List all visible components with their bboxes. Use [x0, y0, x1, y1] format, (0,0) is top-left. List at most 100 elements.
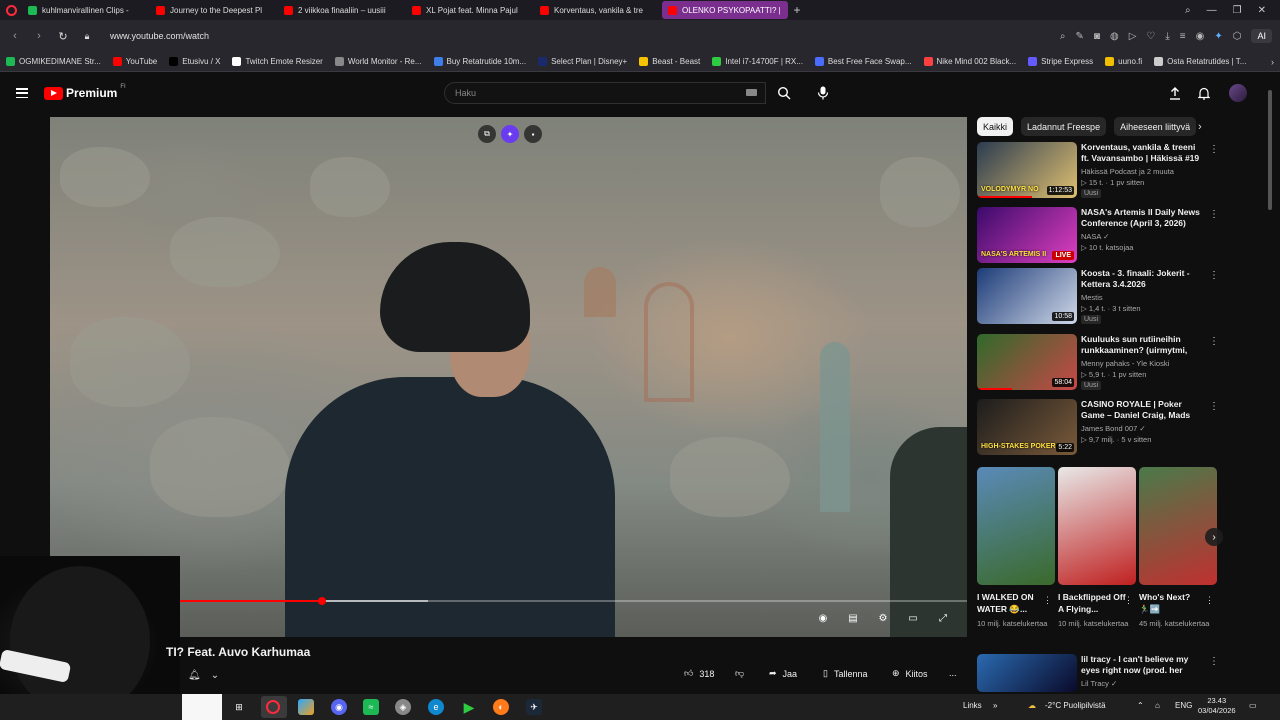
recommendation-item[interactable]: HIGH-STAKES POKER 5:22 CASINO ROYALE | Pok… [977, 399, 1222, 457]
filter-chip[interactable]: Aiheeseen liittyvä [1114, 117, 1197, 136]
save-button[interactable]: ▯ Tallenna [823, 668, 867, 679]
recommendation-channel[interactable]: Lil Tracy ✓ [1081, 679, 1117, 688]
recommendation-thumbnail[interactable]: 58:04 [977, 334, 1077, 390]
recommendation-channel[interactable]: Mestis [1081, 293, 1103, 302]
cube-icon[interactable]: ⬡ [1233, 31, 1242, 42]
voice-search-button[interactable] [810, 81, 836, 105]
browser-tab[interactable]: OLENKO PSYKOPAATTI? | [662, 1, 788, 19]
ai-button[interactable]: AI [1251, 29, 1272, 43]
recommendation-thumbnail[interactable]: VOLODYMYR NO 1:12:53 [977, 142, 1077, 198]
bookmark-item[interactable]: Nike Mind 002 Black... [923, 57, 1016, 66]
bookmark-item[interactable]: Best Free Face Swap... [814, 57, 912, 66]
short-title[interactable]: I WALKED ON WATER 😂... [977, 591, 1047, 615]
record-icon[interactable]: ▪ [524, 125, 542, 143]
page-scrollbar[interactable] [1268, 80, 1274, 690]
notifications-button[interactable] [1195, 84, 1213, 102]
youtube-logo[interactable]: Premium FI [44, 84, 126, 100]
recommendation-channel[interactable]: NASA ✓ [1081, 232, 1109, 241]
zoom-search-icon[interactable]: ⌕ [1060, 31, 1066, 42]
office-app-icon[interactable] [298, 699, 314, 715]
scrubber-handle[interactable] [317, 597, 326, 605]
spotify-icon[interactable]: ≈ [363, 699, 379, 715]
links-chevron-icon[interactable]: » [993, 701, 997, 710]
recommendation-title[interactable]: CASINO ROYALE | Poker Game – Daniel Crai… [1081, 399, 1205, 421]
chips-next-icon[interactable]: › [1198, 121, 1202, 133]
more-vert-icon[interactable]: ⋮ [1209, 270, 1219, 281]
upload-button[interactable] [1166, 84, 1184, 102]
minimize-icon[interactable]: — [1207, 5, 1217, 16]
download-icon[interactable]: ⤓ [1165, 31, 1169, 42]
bookmark-item[interactable]: OGMIKEDIMANE Str... [6, 57, 101, 66]
new-tab-button[interactable]: + [788, 3, 806, 17]
recommendation-thumbnail[interactable]: NASA'S ARTEMIS II LIVE [977, 207, 1077, 263]
progress-bar[interactable] [150, 597, 967, 605]
dislike-button[interactable]: 👎︎ [735, 668, 744, 679]
browser-tab[interactable]: Journey to the Deepest Pl [150, 1, 276, 19]
tray-up-icon[interactable]: ⌃ [1137, 701, 1144, 710]
keyboard-icon[interactable] [746, 89, 757, 96]
extension-icon[interactable]: ✦ [1214, 31, 1222, 42]
bell-ring-icon[interactable]: 🔔︎ [188, 670, 201, 681]
shield-icon[interactable]: ◍ [1110, 31, 1119, 42]
browser-search-icon[interactable]: ⌕ [1185, 5, 1191, 16]
reload-icon[interactable]: ↻ [56, 30, 70, 43]
bookmark-item[interactable]: YouTube [112, 57, 157, 66]
heart-icon[interactable]: ♡ [1146, 31, 1155, 42]
browser-tab[interactable]: Korventaus, vankila & tre [534, 1, 660, 19]
more-vert-icon[interactable]: ⋮ [1124, 595, 1133, 606]
more-actions-button[interactable]: ... [949, 668, 957, 678]
recommendation-item[interactable]: VOLODYMYR NO 1:12:53 Korventaus, vankila &… [977, 142, 1222, 200]
subtitles-icon[interactable]: ▤ [846, 611, 860, 625]
recommendation-title[interactable]: Kuuluuks sun rutiineihin runkkaaminen? (… [1081, 334, 1205, 356]
recommendation-thumbnail[interactable]: 10:58 [977, 268, 1077, 324]
edit-icon[interactable]: ✎ [1076, 31, 1084, 42]
recommendation-title[interactable]: lil tracy - I can't believe my eyes righ… [1081, 654, 1205, 676]
recommendation-thumbnail[interactable] [977, 654, 1077, 692]
more-vert-icon[interactable]: ⋮ [1209, 209, 1219, 220]
bookmark-item[interactable]: Beast - Beast [639, 57, 700, 66]
more-vert-icon[interactable]: ⋮ [1209, 656, 1219, 667]
steam-icon[interactable]: ✈ [526, 699, 542, 715]
recommendation-title[interactable]: Koosta - 3. finaali: Jokerit - Kettera 3… [1081, 268, 1205, 290]
short-title[interactable]: Who's Next? 🏃‍♂️➡️ [1139, 591, 1209, 615]
bookmark-item[interactable]: Intel i7-14700F | RX... [712, 57, 803, 66]
browser-tab[interactable]: kuhlmanvirallinen Clips - [22, 1, 148, 19]
guide-menu-icon[interactable] [16, 88, 28, 98]
lock-icon[interactable]: 🔒︎ [80, 31, 94, 42]
share-button[interactable]: ➦ Jaa [769, 668, 797, 679]
url-field[interactable]: www.youtube.com/watch [110, 31, 209, 41]
maximize-icon[interactable]: ❐ [1233, 5, 1242, 16]
recommendation-item[interactable]: 10:58 Koosta - 3. finaali: Jokerit - Kett… [977, 268, 1222, 326]
more-vert-icon[interactable]: ⋮ [1205, 595, 1214, 606]
short-thumbnail[interactable] [977, 467, 1055, 585]
video-player[interactable]: ⧉ ✦ ▪ 43 ◉ ▤ ⚙ ▭ ⤢ [50, 117, 967, 637]
settings-gear-icon[interactable]: ⚙ [876, 611, 890, 625]
profile-icon[interactable]: ◉ [1196, 31, 1205, 42]
notification-center-icon[interactable]: ▭ [1249, 701, 1257, 710]
filter-chip[interactable]: Ladannut Freespe [1021, 117, 1107, 136]
vpn-icon[interactable]: ◈ [395, 699, 411, 715]
menu-icon[interactable]: ≡ [1180, 31, 1186, 42]
recommendation-thumbnail[interactable]: HIGH-STAKES POKER 5:22 [977, 399, 1077, 455]
search-button[interactable] [768, 82, 800, 104]
browser-tab[interactable]: XL Pojat feat. Minna Pajul [406, 1, 532, 19]
bookmark-item[interactable]: World Monitor - Re... [334, 57, 422, 66]
short-title[interactable]: I Backflipped Off A Flying... [1058, 591, 1128, 615]
short-thumbnail[interactable] [1139, 467, 1217, 585]
task-view-icon[interactable]: ⊞ [231, 699, 247, 715]
clock[interactable]: 23.43 03/04/2026 [1198, 696, 1236, 716]
more-bookmarks-icon[interactable]: › [1271, 57, 1274, 67]
filter-chip[interactable]: Kaikki [977, 117, 1014, 136]
avatar[interactable] [1229, 84, 1247, 102]
shorts-next-icon[interactable]: › [1205, 528, 1223, 546]
bookmark-item[interactable]: Twitch Emote Resizer [232, 57, 323, 66]
more-vert-icon[interactable]: ⋮ [1209, 336, 1219, 347]
recommendation-title[interactable]: NASA's Artemis II Daily News Conference … [1081, 207, 1205, 229]
discord-icon[interactable]: ◉ [331, 699, 347, 715]
thanks-button[interactable]: ⊕ Kiitos [892, 668, 928, 679]
forward-icon[interactable]: › [32, 30, 46, 42]
more-vert-icon[interactable]: ⋮ [1043, 595, 1052, 606]
search-input[interactable]: Haku [444, 82, 766, 104]
short-thumbnail[interactable] [1058, 467, 1136, 585]
language-indicator[interactable]: ENG [1175, 701, 1192, 710]
